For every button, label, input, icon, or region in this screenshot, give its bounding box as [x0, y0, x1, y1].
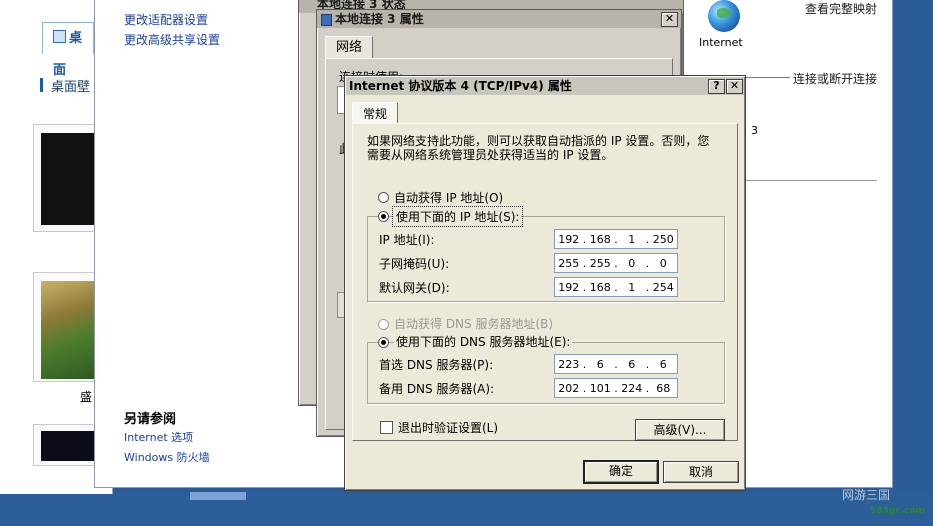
validate-settings-checkbox[interactable]: [380, 421, 393, 434]
ip-octet[interactable]: 255: [555, 257, 583, 270]
connection-number: 3: [751, 124, 758, 137]
manual-dns-radio[interactable]: [378, 337, 389, 348]
divider: [745, 180, 877, 181]
wallpaper-caption: 盛: [80, 390, 93, 404]
ok-button[interactable]: 确定: [583, 460, 659, 484]
intro-text: 如果网络支持此功能，则可以获取自动指派的 IP 设置。否则，您需要从网络系统管理…: [367, 134, 710, 162]
ip-octet[interactable]: 1: [618, 233, 646, 246]
taskbar: [0, 494, 933, 526]
monitor-icon: [53, 30, 66, 43]
wallpaper-thumbnail[interactable]: [33, 424, 97, 466]
manual-ip-label[interactable]: 使用下面的 IP 地址(S):: [391, 206, 524, 227]
subnet-mask-label: 子网掩码(U):: [379, 257, 450, 271]
taskbar-button[interactable]: [190, 492, 246, 500]
close-button[interactable]: ✕: [661, 12, 678, 27]
watermark-brand: 网游三国: [842, 488, 891, 502]
ip-address-input[interactable]: 192. 168. 1. 250: [554, 229, 678, 249]
connection-line: [742, 77, 790, 78]
manual-ip-radio[interactable]: [378, 211, 389, 222]
help-button[interactable]: ?: [708, 79, 725, 94]
view-full-map-link[interactable]: 查看完整映射: [805, 0, 877, 17]
ip-octet[interactable]: 250: [650, 233, 678, 246]
wallpaper-thumbnail[interactable]: [33, 272, 97, 382]
wallpaper-image: [41, 281, 96, 379]
ip-octet[interactable]: 168: [587, 281, 615, 294]
auto-dns-label[interactable]: 自动获得 DNS 服务器地址(B): [394, 315, 553, 332]
connect-disconnect-link[interactable]: 连接或断开连接: [793, 70, 877, 87]
ip-octet[interactable]: 224: [618, 382, 646, 395]
section-title: 桌面壁: [51, 80, 91, 95]
ip-address-label: IP 地址(I):: [379, 233, 435, 247]
change-adapter-settings-link[interactable]: 更改适配器设置: [124, 11, 208, 28]
ip-octet[interactable]: 0: [650, 257, 678, 270]
ip-octet[interactable]: 101: [587, 382, 615, 395]
ip-octet[interactable]: 255: [587, 257, 615, 270]
ip-octet[interactable]: 6: [618, 358, 646, 371]
auto-dns-radio[interactable]: [378, 319, 389, 330]
wallpaper-image: [41, 133, 96, 225]
ip-octet[interactable]: 6: [587, 358, 615, 371]
change-advanced-sharing-link[interactable]: 更改高级共享设置: [124, 31, 220, 48]
tab-desktop[interactable]: 桌面: [42, 22, 94, 78]
manual-dns-label[interactable]: 使用下面的 DNS 服务器地址(E):: [394, 333, 573, 350]
alternate-dns-label: 备用 DNS 服务器(A):: [379, 382, 495, 396]
advanced-button[interactable]: 高级(V)...: [635, 419, 725, 441]
ip-octet[interactable]: 223: [555, 358, 583, 371]
close-button[interactable]: ✕: [726, 79, 743, 94]
dialog-title-bar: 本地连接 3 属性 ✕: [317, 10, 681, 28]
ip-octet[interactable]: 168: [587, 233, 615, 246]
wallpaper-thumbnail[interactable]: [33, 124, 97, 232]
cancel-button[interactable]: 取消: [663, 461, 739, 483]
validate-settings-label[interactable]: 退出时验证设置(L): [398, 419, 498, 436]
watermark-url: 583gc.com: [870, 506, 925, 516]
ip-octet[interactable]: 0: [618, 257, 646, 270]
ip-octet[interactable]: 254: [650, 281, 678, 294]
internet-label: Internet: [699, 36, 743, 49]
ip-octet[interactable]: 192: [555, 281, 583, 294]
auto-ip-label[interactable]: 自动获得 IP 地址(O): [394, 189, 503, 206]
see-also-heading: 另请参阅: [124, 412, 177, 427]
dialog-title: 本地连接 3 属性: [335, 12, 424, 26]
dialog-title: Internet 协议版本 4 (TCP/IPv4) 属性: [349, 79, 572, 93]
default-gateway-input[interactable]: 192. 168. 1. 254: [554, 277, 678, 297]
ip-octet[interactable]: 202: [555, 382, 583, 395]
network-adapter-icon: [321, 14, 332, 26]
alternate-dns-input[interactable]: 202. 101. 224. 68: [554, 378, 678, 398]
wallpaper-image: [41, 431, 96, 461]
tab-network[interactable]: 网络: [325, 36, 374, 59]
ipv4-properties-dialog: Internet 协议版本 4 (TCP/IPv4) 属性 ? ✕ 常规 如果网…: [344, 75, 746, 491]
internet-globe-icon: [708, 0, 740, 32]
windows-firewall-link[interactable]: Windows 防火墙: [124, 449, 210, 465]
preferred-dns-label: 首选 DNS 服务器(P):: [379, 358, 494, 372]
ip-octet[interactable]: 68: [650, 382, 678, 395]
dialog-title-bar: Internet 协议版本 4 (TCP/IPv4) 属性 ? ✕: [346, 77, 744, 95]
ip-octet[interactable]: 6: [650, 358, 678, 371]
preferred-dns-input[interactable]: 223. 6. 6. 6: [554, 354, 678, 374]
ip-octet[interactable]: 1: [618, 281, 646, 294]
default-gateway-label: 默认网关(D):: [379, 281, 450, 295]
ip-octet[interactable]: 192: [555, 233, 583, 246]
auto-ip-radio[interactable]: [378, 192, 389, 203]
internet-options-link[interactable]: Internet 选项: [124, 429, 193, 445]
tab-general[interactable]: 常规: [352, 102, 399, 125]
section-accent: [40, 78, 43, 92]
subnet-mask-input[interactable]: 255. 255. 0. 0: [554, 253, 678, 273]
